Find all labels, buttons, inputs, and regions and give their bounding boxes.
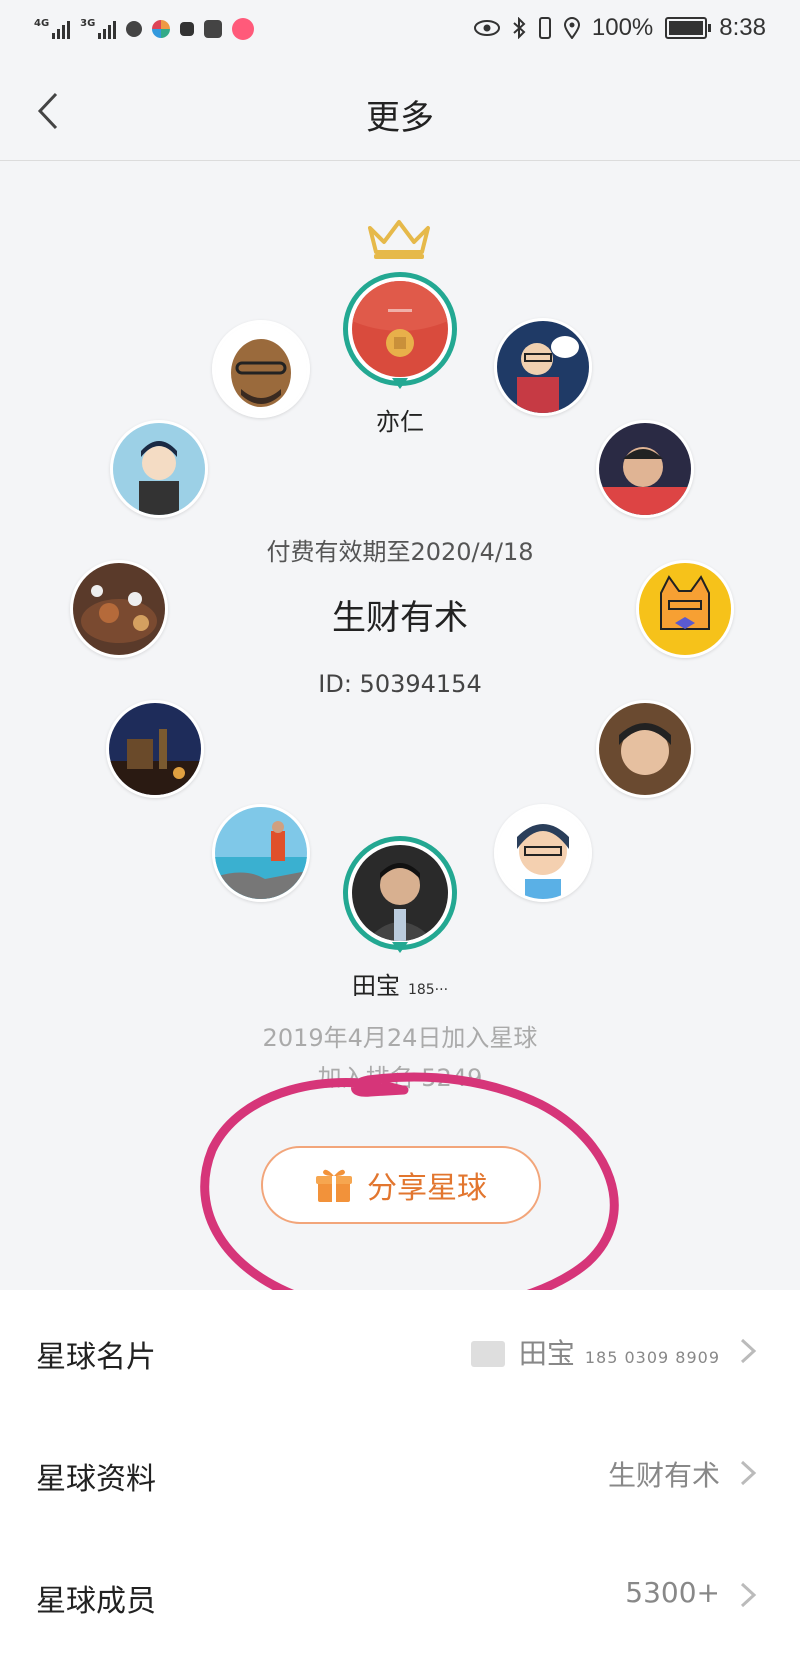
group-name: 生财有术 — [332, 598, 468, 638]
notification-icon — [126, 21, 143, 37]
clock: 8:38 — [719, 14, 766, 41]
app-badge-icon — [232, 18, 255, 40]
my-avatar[interactable] — [343, 836, 457, 950]
battery-percent: 100% — [591, 14, 654, 41]
owner-name: 亦仁 — [376, 408, 424, 436]
group-id: ID: 50394154 — [318, 670, 482, 698]
member-avatar[interactable] — [212, 804, 310, 902]
paid-until: 付费有效期至2020/4/18 — [266, 538, 534, 566]
status-left: 4G 3G — [34, 18, 255, 40]
row-value: 田宝 185 0309 8909 — [470, 1332, 720, 1372]
chevron-right-icon — [740, 1582, 757, 1608]
red-envelope-icon — [352, 281, 448, 377]
signal-icon-2: 3G — [80, 18, 117, 39]
page-title: 更多 — [366, 98, 434, 138]
card-name: 田宝 — [518, 1337, 575, 1370]
status-bar: 4G 3G 100% 8:38 — [0, 0, 800, 62]
id-card-icon — [470, 1341, 505, 1367]
chevron-right-icon — [740, 1460, 757, 1486]
join-date: 2019年4月24日加入星球 — [262, 1024, 538, 1052]
network-type-1: 4G — [34, 18, 50, 29]
owner-pin — [392, 378, 408, 389]
vibrate-icon — [538, 17, 551, 39]
huawei-icon — [204, 20, 223, 38]
share-planet-button[interactable]: 分享星球 — [261, 1146, 541, 1224]
nav-bar: 更多 — [0, 62, 800, 161]
member-avatar[interactable] — [494, 318, 592, 416]
battery-icon — [665, 17, 712, 39]
join-rank: 加入排名 5249 — [317, 1064, 483, 1092]
settings-list: 星球名片 田宝 185 0309 8909 星球资料 生财有术 星球成员 530… — [0, 1290, 800, 1662]
signal-icon: 4G — [34, 18, 71, 39]
row-label: 星球名片 — [36, 1340, 156, 1375]
member-phone-short: 185··· — [407, 982, 449, 998]
copy-notification-icon — [180, 22, 195, 36]
row-value: 5300+ — [625, 1576, 720, 1609]
gift-icon — [316, 1169, 352, 1202]
status-right: 100% 8:38 — [473, 14, 766, 42]
member-avatar[interactable] — [212, 320, 310, 418]
chevron-right-icon — [740, 1338, 757, 1364]
row-label: 星球资料 — [36, 1462, 156, 1497]
network-type-2: 3G — [80, 18, 96, 29]
bluetooth-icon — [513, 17, 526, 39]
member-avatar[interactable] — [106, 700, 204, 798]
row-planet-card[interactable]: 星球名片 田宝 185 0309 8909 — [0, 1290, 800, 1412]
location-icon — [563, 17, 580, 39]
app-notification-icon — [152, 20, 171, 38]
row-planet-members[interactable]: 星球成员 5300+ — [0, 1534, 800, 1656]
member-avatar[interactable] — [110, 420, 208, 518]
card-phone: 185 0309 8909 — [584, 1348, 720, 1367]
member-avatar[interactable] — [596, 420, 694, 518]
member-avatar[interactable] — [494, 804, 592, 902]
row-label: 星球成员 — [36, 1584, 156, 1619]
eye-icon — [473, 20, 500, 36]
my-pin — [392, 942, 408, 953]
share-label: 分享星球 — [367, 1171, 487, 1206]
owner-avatar[interactable] — [343, 272, 457, 386]
member-avatar[interactable] — [596, 700, 694, 798]
row-value: 生财有术 — [607, 1459, 720, 1492]
member-name: 田宝 185··· — [0, 966, 800, 1001]
crown-icon — [368, 220, 430, 259]
row-planet-profile[interactable]: 星球资料 生财有术 — [0, 1412, 800, 1534]
member-name-text: 田宝 — [351, 972, 400, 1000]
